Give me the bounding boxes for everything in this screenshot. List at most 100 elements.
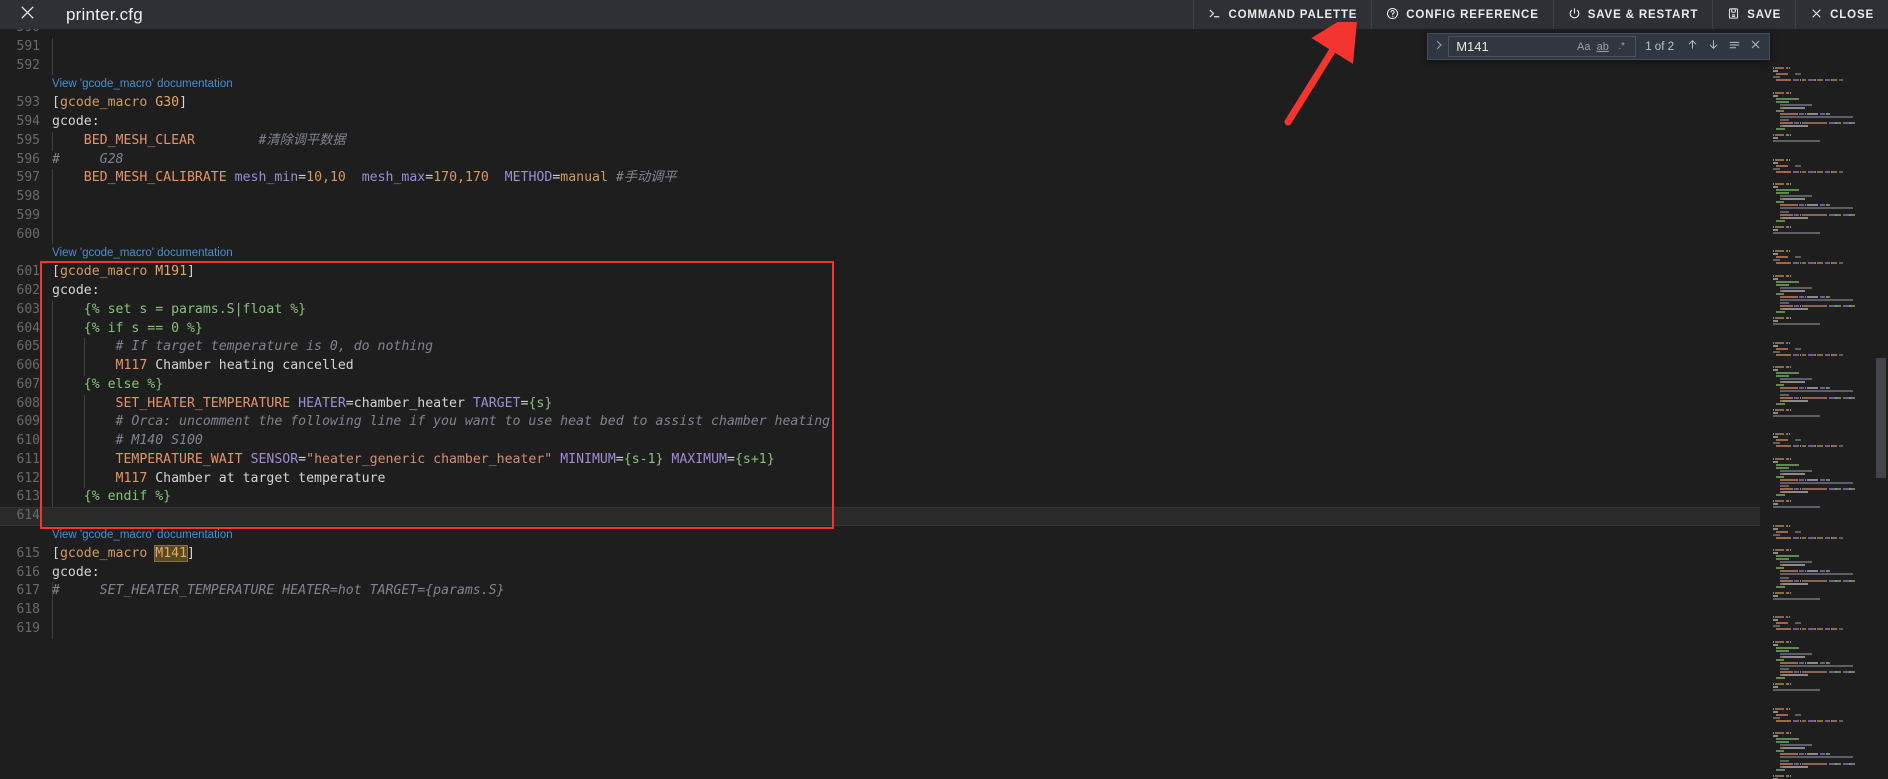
minimap-line	[1780, 744, 1813, 746]
minimap-line	[1802, 79, 1806, 81]
minimap-line	[1780, 766, 1783, 768]
minimap-line	[1783, 125, 1808, 127]
code-line[interactable]: 606 M117 Chamber heating cancelled	[0, 357, 1760, 376]
code-line[interactable]: 610 # M140 S100	[0, 432, 1760, 451]
code-line[interactable]: 605 # If target temperature is 0, do not…	[0, 338, 1760, 357]
code-line[interactable]: 600	[0, 226, 1760, 245]
find-previous-button[interactable]	[1682, 36, 1703, 57]
codelens-link[interactable]: View 'gcode_macro' documentation	[52, 526, 233, 545]
code-line[interactable]: 594gcode:	[0, 113, 1760, 132]
minimap-line	[1775, 732, 1784, 734]
minimap-line	[1808, 354, 1815, 356]
minimap-line	[1793, 628, 1800, 630]
code-line[interactable]: 602gcode:	[0, 282, 1760, 301]
minimap-line	[1807, 204, 1818, 206]
minimap-line	[1773, 162, 1778, 164]
minimap-line	[1795, 439, 1801, 441]
minimap-line	[1851, 763, 1855, 765]
code-line[interactable]: 608 SET_HEATER_TEMPERATURE HEATER=chambe…	[0, 395, 1760, 414]
scrollbar-thumb[interactable]	[1876, 358, 1886, 478]
minimap-line	[1795, 622, 1801, 624]
minimap-line	[1793, 720, 1800, 722]
close-editor-button[interactable]: CLOSE	[1795, 0, 1888, 29]
match-case-toggle[interactable]: Aa	[1574, 38, 1593, 56]
minimap-line	[1790, 775, 1791, 777]
code-line[interactable]: 611 TEMPERATURE_WAIT SENSOR="heater_gene…	[0, 451, 1760, 470]
minimap-line	[1802, 488, 1827, 490]
minimap-line	[1786, 732, 1789, 734]
code-content[interactable]: 590591592View 'gcode_macro' documentatio…	[0, 29, 1760, 750]
find-widget[interactable]: M141 Aa ab .* 1 of 2	[1427, 33, 1770, 60]
config-reference-button[interactable]: CONFIG REFERENCE	[1371, 0, 1552, 29]
vertical-scrollbar[interactable]	[1874, 58, 1888, 779]
code-editor[interactable]: 590591592View 'gcode_macro' documentatio…	[0, 29, 1888, 750]
save-button[interactable]: SAVE	[1712, 0, 1795, 29]
minimap-line	[1780, 763, 1793, 765]
command-palette-button[interactable]: COMMAND PALETTE	[1193, 0, 1371, 29]
toggle-replace-button[interactable]	[1430, 38, 1448, 56]
regex-toggle[interactable]: .*	[1612, 38, 1631, 56]
code-line[interactable]: 598	[0, 188, 1760, 207]
line-number: 619	[0, 620, 40, 639]
minimap-line	[1832, 720, 1837, 722]
indent-guide	[52, 38, 53, 57]
minimap-line	[1789, 250, 1790, 252]
power-restart-icon	[1568, 7, 1581, 23]
code-line[interactable]: 615[gcode_macro M141]	[0, 545, 1760, 564]
code-line[interactable]: 601[gcode_macro M191]	[0, 263, 1760, 282]
minimap-line	[1780, 287, 1813, 289]
minimap-line	[1817, 537, 1823, 539]
minimap-line	[1793, 537, 1800, 539]
minimap[interactable]	[1770, 58, 1870, 779]
code-line[interactable]: 613 {% endif %}	[0, 488, 1760, 507]
minimap-line	[1820, 662, 1825, 664]
find-input[interactable]: M141 Aa ab .*	[1448, 36, 1636, 57]
minimap-line	[1780, 488, 1793, 490]
code-line[interactable]: 603 {% set s = params.S|float %}	[0, 301, 1760, 320]
code-line[interactable]: 619	[0, 620, 1760, 639]
minimap-line	[1807, 753, 1818, 755]
code-line[interactable]: 599	[0, 207, 1760, 226]
code-line[interactable]: 596# G28	[0, 151, 1760, 170]
code-line[interactable]: 607 {% else %}	[0, 376, 1760, 395]
minimap-line	[1843, 671, 1849, 673]
find-close-button[interactable]	[1745, 36, 1766, 57]
code-line[interactable]: 618	[0, 601, 1760, 620]
minimap-line	[1780, 674, 1783, 676]
code-line[interactable]: 617# SET_HEATER_TEMPERATURE HEATER=hot T…	[0, 582, 1760, 601]
code-line[interactable]: 597 BED_MESH_CALIBRATE mesh_min=10,10 me…	[0, 169, 1760, 188]
codelens-link[interactable]: View 'gcode_macro' documentation	[52, 75, 233, 94]
minimap-line	[1773, 95, 1778, 97]
titlebar-actions: COMMAND PALETTE CONFIG REFERENCE SAVE & …	[1193, 0, 1888, 29]
code-line[interactable]: 595 BED_MESH_CLEAR #清除调平数据	[0, 132, 1760, 151]
minimap-line	[1773, 76, 1780, 78]
minimap-line	[1820, 113, 1825, 115]
minimap-line	[1773, 595, 1778, 597]
window-close-button[interactable]	[0, 0, 54, 29]
find-in-selection-button[interactable]	[1724, 36, 1745, 57]
line-number: 612	[0, 470, 40, 489]
find-next-button[interactable]	[1703, 36, 1724, 57]
line-number: 598	[0, 188, 40, 207]
minimap-line	[1780, 747, 1783, 749]
minimap-line	[1786, 549, 1789, 551]
code-line[interactable]: 604 {% if s == 0 %}	[0, 320, 1760, 339]
code-text: {% else %}	[52, 376, 163, 395]
code-line[interactable]: 609 # Orca: uncomment the following line…	[0, 413, 1760, 432]
minimap-line	[1773, 323, 1820, 325]
minimap-line	[1780, 653, 1813, 655]
code-text: BED_MESH_CALIBRATE mesh_min=10,10 mesh_m…	[52, 169, 677, 188]
codelens-link[interactable]: View 'gcode_macro' documentation	[52, 244, 233, 263]
minimap-line	[1776, 647, 1799, 649]
minimap-line	[1773, 232, 1820, 234]
minimap-line	[1776, 262, 1791, 264]
code-line[interactable]: 616gcode:	[0, 564, 1760, 583]
code-line[interactable]: 614	[0, 507, 1760, 526]
code-line[interactable]: 612 M117 Chamber at target temperature	[0, 470, 1760, 489]
code-line[interactable]: 593[gcode_macro G30]	[0, 94, 1760, 113]
floppy-disk-icon	[1727, 7, 1740, 23]
line-number: 591	[0, 38, 40, 57]
minimap-line	[1773, 70, 1778, 72]
save-and-restart-button[interactable]: SAVE & RESTART	[1553, 0, 1713, 29]
whole-word-toggle[interactable]: ab	[1593, 38, 1612, 56]
